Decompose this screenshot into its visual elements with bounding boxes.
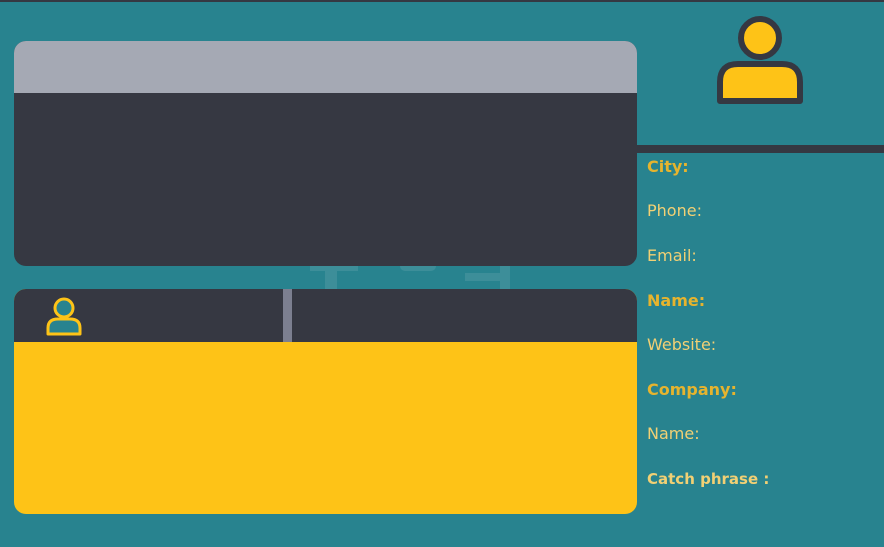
user-icon: [717, 16, 803, 104]
email-label: Email:: [647, 246, 697, 265]
toolbar-divider: [283, 289, 292, 342]
user-card: [14, 289, 637, 514]
address-city-heading: City:: [647, 157, 689, 176]
sidebar-divider: [637, 145, 884, 153]
website-label: Website:: [647, 335, 717, 354]
name-label: Name:: [647, 291, 706, 310]
company-name-label: Name:: [647, 424, 700, 443]
posts-card: [14, 41, 637, 266]
user-outline-icon[interactable]: [44, 296, 84, 338]
company-heading: Company:: [647, 380, 737, 399]
phone-label: Phone:: [647, 201, 702, 220]
top-border: [0, 0, 884, 2]
posts-card-header: [14, 41, 637, 93]
catch-phrase-label: Catch phrase :: [647, 470, 770, 488]
user-card-toolbar: [14, 289, 637, 342]
